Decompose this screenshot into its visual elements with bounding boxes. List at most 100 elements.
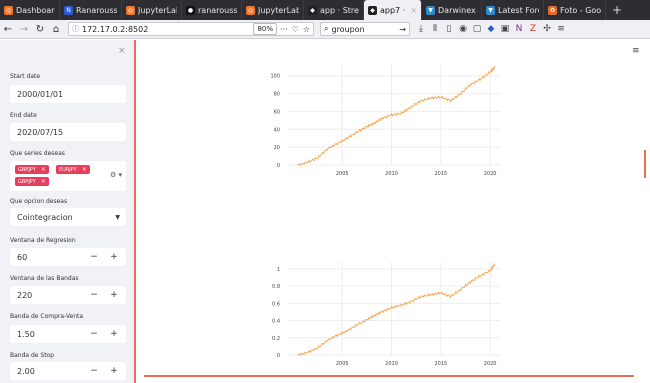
home-icon[interactable]: ⌂ [48, 21, 64, 37]
back-icon[interactable]: ← [0, 21, 16, 37]
forex-icon: ▼ [486, 5, 495, 15]
streamlit-icon: ◆ [368, 5, 377, 15]
series-chip[interactable]: EURJPY × [56, 165, 90, 174]
y-tick-label: 0.8 [272, 284, 280, 290]
browser-tab[interactable]: ◆app · Stream [304, 0, 364, 20]
more-actions-icon[interactable]: ··· [280, 25, 288, 34]
series-multiselect[interactable]: GBPJPY × EURJPY × GBPJPY × ⚙ ▾ [10, 161, 126, 191]
tab-label: ranaroussi [198, 5, 237, 15]
tab-label: JupyterLab [258, 5, 299, 15]
decrement-button[interactable]: − [84, 286, 104, 304]
x-tick-label: 2020 [484, 361, 497, 367]
browser-tab[interactable]: ▼ Latest Fore [482, 0, 544, 20]
close-sidebar-icon[interactable]: × [118, 46, 126, 56]
increment-button[interactable]: + [104, 362, 124, 380]
banda-compra-label: Banda de Compra-Venta [10, 313, 84, 320]
remove-chip-icon[interactable]: × [82, 166, 87, 173]
chart-2-group: 0 0.2 0.4 0.6 0.8 1 2005 2010 2015 2020 [272, 262, 500, 367]
series-chip[interactable]: GBPJPY × [15, 177, 49, 186]
forward-icon[interactable]: → [16, 21, 32, 37]
browser-tab[interactable]: ◎ JupyterLab [242, 0, 304, 20]
y-tick-label: 0.6 [272, 301, 280, 307]
chart-1-group: 0 20 40 60 80 100 2005 2010 2015 2020 [270, 65, 500, 177]
jupyter-icon: ◎ [126, 5, 135, 15]
decrement-button[interactable]: − [84, 325, 104, 343]
browser-tab[interactable]: N Ranaroussi [60, 0, 122, 20]
zotero-icon[interactable]: Z [526, 22, 540, 36]
extension-icon[interactable]: ◉ [456, 22, 470, 36]
increment-button[interactable]: + [104, 248, 124, 266]
jupyter-icon: ◎ [4, 5, 13, 15]
tab-label: Darwinex [438, 5, 476, 15]
main-content: ≡ 0 20 40 60 80 100 2005 2010 2015 2020 0 0.2 0.4 0.6… [138, 40, 650, 383]
ventana-bandas-input[interactable]: 220 − + [10, 286, 126, 304]
decrement-button[interactable]: − [84, 248, 104, 266]
download-icon[interactable]: ⤓ [414, 22, 428, 36]
pocket-icon[interactable]: ♡ [292, 25, 299, 34]
chart-1: 0 20 40 60 80 100 2005 2010 2015 2020 0 0.2 0.4 0.6 0.… [270, 65, 500, 367]
url-bar[interactable]: ⓘ 172.17.0.2:8502 80% ··· ♡ ☆ [68, 22, 314, 36]
ventana-regresion-label: Ventana de Regresion [10, 237, 76, 244]
url-text: 172.17.0.2:8502 [82, 24, 149, 34]
search-box[interactable]: ⌕ groupon → [320, 22, 410, 36]
puzzle-icon[interactable]: ✣ [540, 22, 554, 36]
screenshot-icon[interactable]: ▢ [470, 22, 484, 36]
x-tick-label: 2010 [385, 361, 398, 367]
onenote-icon[interactable]: N [512, 22, 526, 36]
y-tick-label: 80 [274, 92, 280, 98]
tab-label: app · Stream [320, 5, 359, 15]
zoom-indicator[interactable]: 80% [253, 23, 278, 35]
ventana-bandas-label: Ventana de las Bandas [10, 275, 79, 282]
increment-button[interactable]: + [104, 325, 124, 343]
horizontal-scrollbar[interactable] [144, 375, 634, 377]
option-select[interactable]: Cointegracion ▼ [10, 208, 126, 226]
y-tick-label: 1 [277, 267, 280, 273]
end-date-input[interactable]: 2020/07/15 [10, 123, 126, 141]
search-go-icon[interactable]: → [399, 25, 406, 34]
browser-tab[interactable]: ● ranaroussi [182, 0, 242, 20]
browser-nav-bar: ← → ↻ ⌂ ⓘ 172.17.0.2:8502 80% ··· ♡ ☆ ⌕ … [0, 20, 650, 39]
app-menu-icon[interactable]: ≡ [554, 22, 568, 36]
y-tick-label: 0 [277, 163, 280, 169]
y-tick-label: 0 [277, 353, 280, 359]
x-tick-label: 2005 [336, 171, 349, 177]
extension-blue-icon[interactable]: ◆ [484, 22, 498, 36]
browser-tab[interactable]: ◎Dashboard [0, 0, 60, 20]
y-tick-label: 100 [270, 74, 280, 80]
browser-tab[interactable]: ◎ JupyterLab [122, 0, 182, 20]
search-text: groupon [331, 24, 365, 34]
decrement-button[interactable]: − [84, 362, 104, 380]
y-tick-label: 20 [274, 145, 280, 151]
sidebar: × Start date 2000/01/01 End date 2020/07… [0, 40, 136, 383]
browser-tab[interactable]: ✿Foto - Goog [544, 0, 606, 20]
bookmark-star-icon[interactable]: ☆ [303, 25, 310, 34]
library-icon[interactable]: ⫴ [428, 22, 442, 36]
browser-tab[interactable]: ▼ Darwinex [422, 0, 482, 20]
container-icon[interactable]: ▣ [498, 22, 512, 36]
scrollbar-thumb[interactable] [644, 150, 646, 178]
sidebar-icon[interactable]: ▯ [442, 22, 456, 36]
clear-dropdown-icon[interactable]: ⚙ ▾ [110, 171, 122, 179]
streamlit-icon: ◆ [308, 5, 317, 15]
y-tick-label: 40 [274, 127, 280, 133]
banda-compra-input[interactable]: 1.50 − + [10, 325, 126, 343]
x-tick-label: 2005 [336, 361, 349, 367]
darwinex-icon: ▼ [426, 5, 435, 15]
option-select-value: Cointegracion [17, 212, 73, 222]
start-date-input[interactable]: 2000/01/01 [10, 85, 126, 103]
increment-button[interactable]: + [104, 286, 124, 304]
ventana-regresion-input[interactable]: 60 − + [10, 248, 126, 266]
x-tick-label: 2015 [434, 361, 447, 367]
x-tick-label: 2010 [385, 171, 398, 177]
new-tab-button[interactable]: + [606, 3, 628, 17]
browser-tab[interactable]: ◆app7 · St× [364, 0, 422, 20]
info-icon: ⓘ [72, 25, 79, 33]
close-tab-icon[interactable]: × [410, 6, 417, 15]
banda-stop-input[interactable]: 2.00 − + [10, 362, 126, 380]
series-line [297, 66, 496, 167]
remove-chip-icon[interactable]: × [41, 166, 46, 173]
remove-chip-icon[interactable]: × [41, 178, 46, 185]
y-tick-label: 0.2 [272, 336, 280, 342]
reload-icon[interactable]: ↻ [32, 21, 48, 37]
series-chip[interactable]: GBPJPY × [15, 165, 49, 174]
